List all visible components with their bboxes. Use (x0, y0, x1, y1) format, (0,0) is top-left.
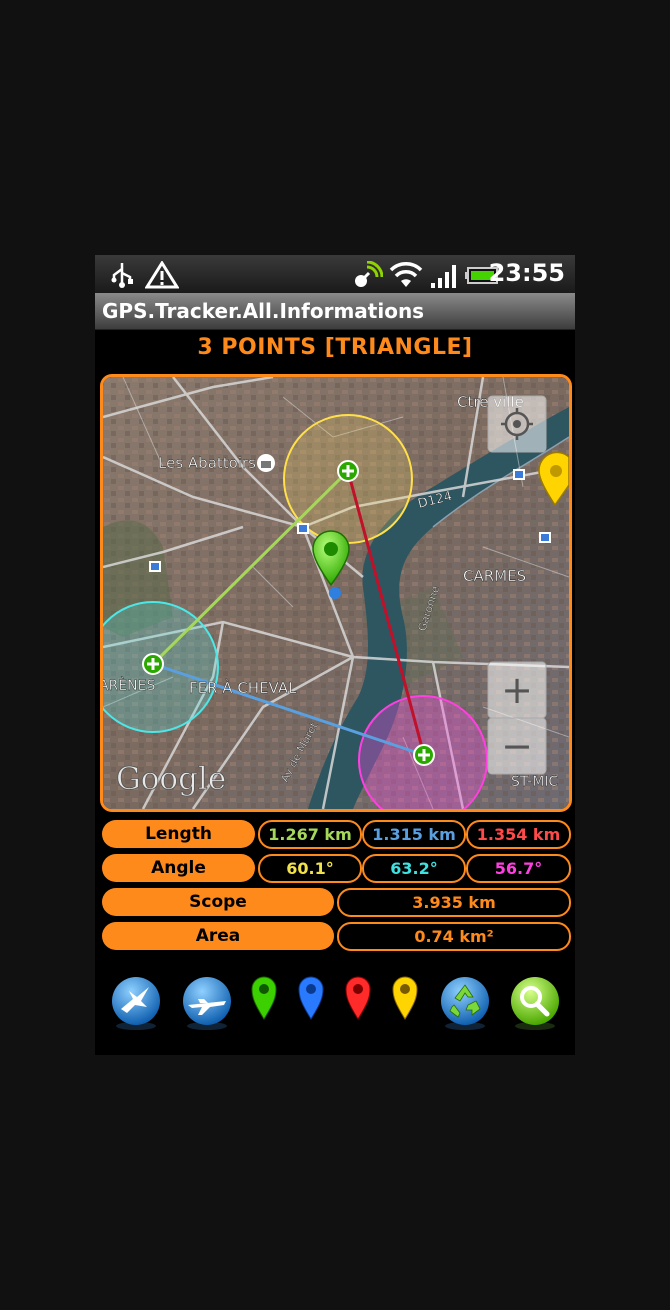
app-title-bar: GPS.Tracker.All.Informations (95, 293, 575, 330)
status-bar: 23:55 (95, 255, 575, 293)
zoom-out-icon: − (501, 724, 533, 768)
scope-value: 3.935 km (337, 888, 571, 917)
length-label: Length (102, 820, 255, 848)
map-label-st-mic: ST-MIC (511, 774, 558, 790)
map-label-fer-a-cheval: FER À CHEVAL (189, 678, 297, 697)
museum-icon (257, 454, 275, 472)
page-title: 3 POINTS [TRIANGLE] (197, 335, 473, 360)
zoom-out-button[interactable]: − (487, 717, 547, 775)
metro-icon (513, 469, 525, 480)
metro-icon (297, 523, 309, 534)
angle-value-3: 56.7° (466, 854, 571, 883)
warning-icon (145, 261, 179, 289)
metro-icon (149, 561, 161, 572)
map-label-arenes: ARÈNES (103, 677, 155, 694)
plane-view-icon[interactable] (180, 975, 234, 1031)
angle-value-1: 60.1° (258, 854, 362, 883)
zoom-in-icon: + (501, 668, 533, 712)
point-marker-left[interactable] (142, 653, 164, 675)
signal-icon (431, 265, 456, 288)
angle-label: Angle (102, 854, 255, 882)
area-row: Area 0.74 km² (95, 922, 575, 951)
blue-marker-icon[interactable] (298, 975, 324, 1021)
usb-icon (111, 263, 133, 288)
green-marker-icon[interactable] (251, 975, 277, 1021)
area-label: Area (102, 922, 334, 950)
scope-label: Scope (102, 888, 334, 916)
map-label-carmes: CARMES (463, 567, 526, 585)
wifi-icon (389, 262, 423, 287)
my-location-button[interactable] (487, 395, 547, 453)
clock: 23:55 (488, 259, 565, 287)
metro-icon (539, 532, 551, 543)
length-value-3: 1.354 km (466, 820, 571, 849)
app-title: GPS.Tracker.All.Informations (102, 299, 425, 323)
zoom-in-button[interactable]: + (487, 661, 547, 719)
point-marker-bottom[interactable] (413, 744, 435, 766)
recycle-icon[interactable] (438, 975, 492, 1031)
search-icon[interactable] (508, 975, 562, 1031)
length-value-2: 1.315 km (362, 820, 466, 849)
length-row: Length 1.267 km 1.315 km 1.354 km (95, 820, 575, 849)
bottom-toolbar (95, 975, 575, 1045)
red-marker-icon[interactable] (345, 975, 371, 1021)
gps-icon (355, 261, 383, 287)
area-value: 0.74 km² (337, 922, 571, 951)
length-value-1: 1.267 km (258, 820, 362, 849)
angle-row: Angle 60.1° 63.2° 56.7° (95, 854, 575, 883)
phone-screen: 23:55 GPS.Tracker.All.Informations 3 POI… (95, 255, 575, 1055)
google-logo: Google (116, 761, 226, 797)
map-label-les-abattoirs: Les Abattoirs (158, 454, 256, 472)
point-marker-top[interactable] (337, 460, 359, 482)
map-view[interactable]: Les Abattoirs Ctre ville D124 CARMES Gar… (100, 374, 572, 812)
angle-value-2: 63.2° (362, 854, 466, 883)
yellow-marker-icon[interactable] (392, 975, 418, 1021)
scope-row: Scope 3.935 km (95, 888, 575, 917)
satellite-view-icon[interactable] (109, 975, 163, 1031)
